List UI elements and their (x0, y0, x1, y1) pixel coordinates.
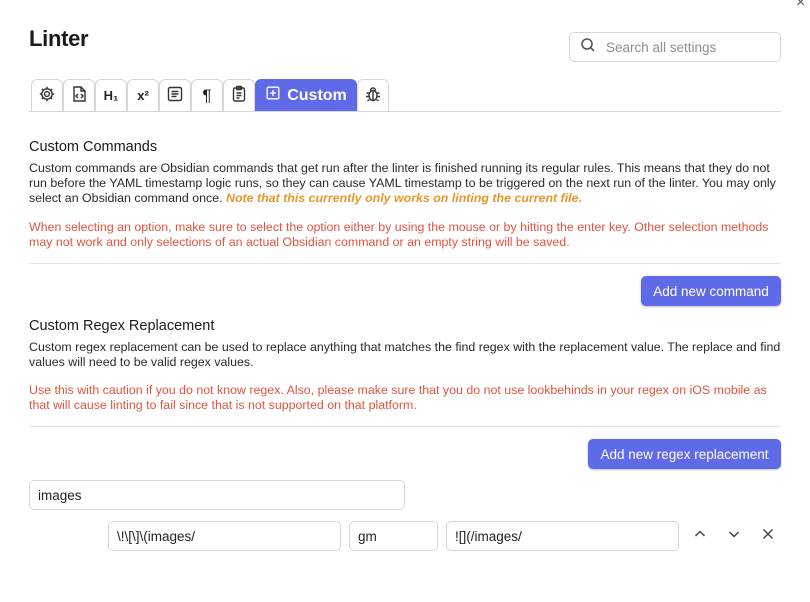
divider (29, 426, 781, 427)
custom-commands-warning: When selecting an option, make sure to s… (29, 220, 769, 250)
chevron-up-icon (692, 526, 708, 547)
close-icon (760, 526, 776, 547)
tab-custom-label: Custom (287, 86, 347, 104)
regex-find-input[interactable] (108, 521, 341, 551)
page-title: Linter (29, 26, 89, 51)
paragraph-lines-icon (166, 85, 184, 106)
add-new-command-button[interactable]: Add new command (641, 276, 781, 306)
tab-spacing[interactable]: ¶ (191, 79, 223, 111)
bug-icon (364, 85, 382, 106)
add-new-regex-replacement-button[interactable]: Add new regex replacement (588, 439, 781, 469)
tab-content[interactable] (159, 79, 191, 111)
gear-icon (38, 85, 56, 106)
custom-commands-description: Custom commands are Obsidian commands th… (29, 161, 781, 207)
move-down-button[interactable] (724, 526, 744, 546)
tab-heading[interactable]: H₁ (95, 79, 127, 111)
tab-general[interactable] (31, 79, 63, 111)
custom-regex-description: Custom regex replacement can be used to … (29, 340, 781, 370)
regex-flags-input[interactable] (349, 521, 438, 551)
tab-debug[interactable] (357, 79, 389, 111)
tab-yaml[interactable] (63, 79, 95, 111)
chevron-down-icon (726, 526, 742, 547)
tab-divider (29, 111, 781, 112)
custom-regex-heading: Custom Regex Replacement (29, 318, 215, 334)
search-input[interactable] (606, 39, 766, 55)
search-icon (580, 37, 596, 58)
regex-name-input[interactable] (29, 480, 405, 510)
close-icon[interactable]: × (796, 0, 810, 11)
custom-commands-note: Note that this currently only works on l… (226, 191, 582, 206)
tab-custom[interactable]: Custom (255, 79, 357, 111)
regex-replace-input[interactable] (446, 521, 679, 551)
plus-square-icon (265, 85, 281, 106)
custom-regex-warning: Use this with caution if you do not know… (29, 383, 767, 413)
divider (29, 263, 781, 264)
heading-icon: H₁ (103, 88, 119, 103)
move-up-button[interactable] (690, 526, 710, 546)
pilcrow-icon: ¶ (202, 85, 212, 105)
settings-tab-bar: H₁ x² ¶ Custom (31, 79, 389, 111)
file-code-icon (70, 85, 88, 106)
delete-regex-button[interactable] (758, 526, 778, 546)
clipboard-icon (230, 85, 248, 106)
tab-paste[interactable] (223, 79, 255, 111)
tab-footnote[interactable]: x² (127, 79, 159, 111)
superscript-icon: x² (137, 88, 149, 103)
search-box[interactable] (569, 32, 781, 62)
custom-commands-heading: Custom Commands (29, 139, 158, 155)
